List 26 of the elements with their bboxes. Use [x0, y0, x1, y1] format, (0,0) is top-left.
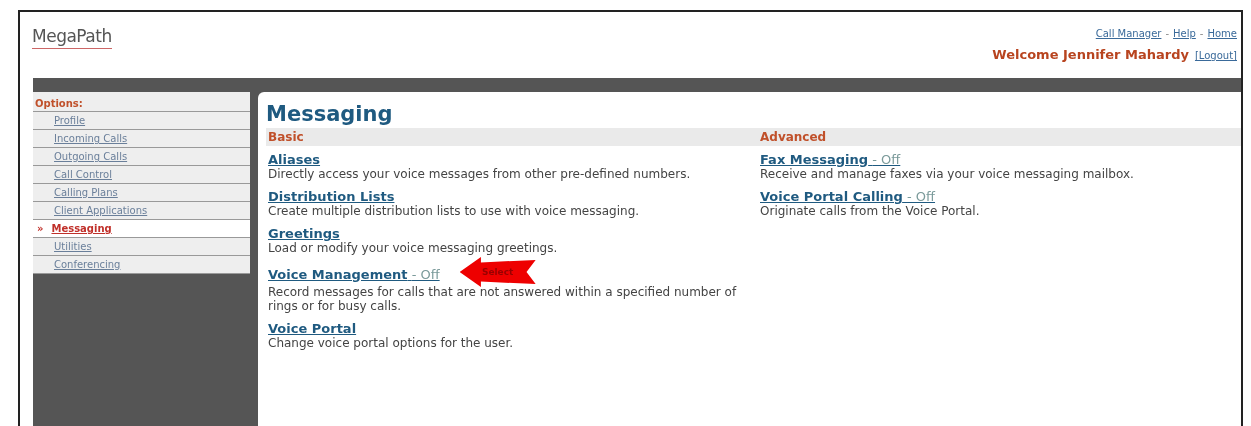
feature-description: Directly access your voice messages from other pre-defined numbers. — [268, 167, 692, 181]
feature-description: Receive and manage faxes via your voice messaging mailbox. — [760, 167, 1135, 181]
link-separator: - — [1165, 28, 1170, 39]
feature-link[interactable]: Aliases — [268, 152, 321, 167]
feature-description: Change voice portal options for the user. — [268, 336, 515, 350]
header-link[interactable]: Help — [1173, 28, 1196, 39]
feature-link[interactable]: Distribution Lists — [268, 189, 395, 204]
feature-link[interactable]: Fax Messaging - Off — [760, 152, 901, 167]
link-separator: - — [1199, 28, 1204, 39]
logo: MegaPath — [32, 20, 112, 49]
header-link[interactable]: Call Manager — [1095, 28, 1162, 39]
feature-description: Create multiple distribution lists to use with voice messaging. — [268, 204, 641, 218]
page-title: Messaging — [266, 102, 394, 126]
feature-description: Record messages for calls that are not answered within a specified number of rings or for busy calls. — [268, 285, 738, 313]
feature-link[interactable]: Voice Portal Calling - Off — [760, 189, 936, 204]
feature-link[interactable]: Greetings — [268, 226, 340, 241]
welcome-text: Welcome Jennifer Mahardy — [992, 47, 1189, 62]
header-link[interactable]: Home — [1207, 28, 1237, 39]
sidebar-item[interactable]: » Messaging — [33, 220, 250, 238]
section-heading: Basic — [266, 128, 758, 146]
feature-description: Load or modify your voice messaging greetings. — [268, 241, 559, 255]
section-heading: Advanced — [758, 128, 1241, 146]
feature-link[interactable]: Voice Management - Off — [268, 266, 440, 282]
feature-description: Originate calls from the Voice Portal. — [760, 204, 981, 218]
feature-link[interactable]: Voice Portal — [268, 321, 357, 336]
logout-link[interactable]: [Logout] — [1194, 50, 1237, 61]
